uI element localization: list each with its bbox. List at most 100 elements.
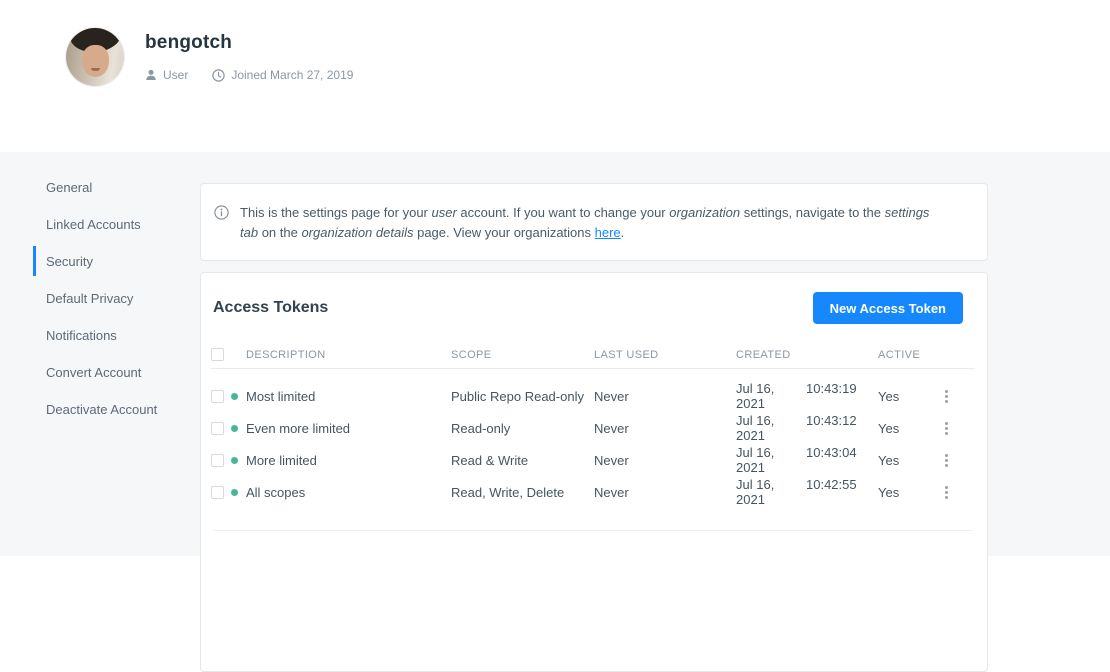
column-header-created: CREATED <box>736 349 878 361</box>
row-menu-cell <box>942 387 975 406</box>
banner-emphasis: organization <box>669 205 740 220</box>
profile-header: bengotch User Joined March 27, 2019 <box>0 0 1110 152</box>
table-body: Most limitedPublic Repo Read-onlyNeverJu… <box>211 369 975 508</box>
banner-text-segment: settings, navigate to the <box>740 205 885 220</box>
joined-date: Joined March 27, 2019 <box>212 68 353 82</box>
token-created-date: Jul 16, 2021 <box>736 413 806 443</box>
clock-icon <box>212 69 225 82</box>
token-last-used: Never <box>594 485 736 500</box>
sidebar-item-security[interactable]: Security <box>0 243 200 280</box>
select-all-checkbox[interactable] <box>211 348 224 361</box>
token-description-cell: Even more limited <box>231 421 451 436</box>
token-last-used: Never <box>594 389 736 404</box>
active-status-dot <box>231 393 238 400</box>
banner-text-segment: page. View your organizations <box>413 225 594 240</box>
kebab-menu-icon[interactable] <box>942 483 951 502</box>
token-created-cell: Jul 16, 202110:42:55 <box>736 477 878 507</box>
active-status-dot <box>231 425 238 432</box>
token-scope: Public Repo Read-only <box>451 389 594 404</box>
column-header-active: ACTIVE <box>878 349 942 361</box>
sidebar-item-notifications[interactable]: Notifications <box>0 317 200 354</box>
access-tokens-panel: Access Tokens New Access Token DESCRIPTI… <box>200 272 988 672</box>
sidebar-item-convert-account[interactable]: Convert Account <box>0 354 200 391</box>
banner-emphasis: organization details <box>301 225 413 240</box>
banner-text-segment: on the <box>258 225 301 240</box>
token-description: More limited <box>246 453 317 468</box>
token-created-date: Jul 16, 2021 <box>736 477 806 507</box>
token-description-cell: Most limited <box>231 389 451 404</box>
row-menu-cell <box>942 483 975 502</box>
joined-date-label: Joined March 27, 2019 <box>231 68 353 82</box>
token-created-date: Jul 16, 2021 <box>736 381 806 411</box>
active-status-dot <box>231 457 238 464</box>
user-icon <box>145 69 157 81</box>
row-checkbox-cell <box>211 390 231 403</box>
access-tokens-table: DESCRIPTIONSCOPELAST USEDCREATEDACTIVE M… <box>211 341 975 531</box>
token-created-time: 10:43:12 <box>806 413 857 443</box>
avatar <box>66 28 124 86</box>
column-header-description: DESCRIPTION <box>231 349 451 361</box>
row-checkbox[interactable] <box>211 422 224 435</box>
row-menu-cell <box>942 451 975 470</box>
token-scope: Read & Write <box>451 453 594 468</box>
table-header-row: DESCRIPTIONSCOPELAST USEDCREATEDACTIVE <box>211 341 975 369</box>
new-access-token-button[interactable]: New Access Token <box>813 292 963 324</box>
token-created-cell: Jul 16, 202110:43:04 <box>736 445 878 475</box>
row-checkbox-cell <box>211 454 231 467</box>
settings-content: GeneralLinked AccountsSecurityDefault Pr… <box>0 152 1110 556</box>
table-header-checkbox-cell <box>211 348 231 361</box>
token-active: Yes <box>878 389 942 404</box>
row-checkbox[interactable] <box>211 390 224 403</box>
row-menu-cell <box>942 419 975 438</box>
avatar-face <box>82 45 109 77</box>
token-active: Yes <box>878 453 942 468</box>
table-row: All scopes Read, Write, DeleteNeverJul 16… <box>211 476 975 508</box>
active-status-dot <box>231 489 238 496</box>
token-description-cell: More limited <box>231 453 451 468</box>
column-header-last-used: LAST USED <box>594 349 736 361</box>
token-description: Even more limited <box>246 421 350 436</box>
profile-username: bengotch <box>145 32 353 54</box>
sidebar-item-general[interactable]: General <box>0 169 200 206</box>
token-active: Yes <box>878 485 942 500</box>
token-scope: Read, Write, Delete <box>451 485 594 500</box>
token-description-cell: All scopes <box>231 485 451 500</box>
sidebar-item-linked-accounts[interactable]: Linked Accounts <box>0 206 200 243</box>
kebab-menu-icon[interactable] <box>942 387 951 406</box>
table-row: More limited Read & WriteNeverJul 16, 202… <box>211 444 975 476</box>
banner-emphasis: user <box>431 205 456 220</box>
info-icon <box>214 205 229 220</box>
token-description: All scopes <box>246 485 305 500</box>
column-header-scope: SCOPE <box>451 349 594 361</box>
row-checkbox-cell <box>211 486 231 499</box>
token-created-date: Jul 16, 2021 <box>736 445 806 475</box>
sidebar-item-default-privacy[interactable]: Default Privacy <box>0 280 200 317</box>
row-checkbox[interactable] <box>211 486 224 499</box>
token-last-used: Never <box>594 421 736 436</box>
banner-text-segment: . <box>621 225 625 240</box>
table-row: Even more limited Read-onlyNeverJul 16, 2… <box>211 412 975 444</box>
token-created-cell: Jul 16, 202110:43:19 <box>736 381 878 411</box>
table-row: Most limitedPublic Repo Read-onlyNeverJu… <box>211 380 975 412</box>
token-created-time: 10:42:55 <box>806 477 857 507</box>
account-type: User <box>145 68 188 82</box>
access-tokens-header: Access Tokens New Access Token <box>201 273 987 324</box>
token-last-used: Never <box>594 453 736 468</box>
profile-info: bengotch User Joined March 27, 2019 <box>145 32 353 82</box>
row-checkbox[interactable] <box>211 454 224 467</box>
info-banner: This is the settings page for your user … <box>200 183 988 261</box>
sidebar-item-deactivate-account[interactable]: Deactivate Account <box>0 391 200 428</box>
account-type-label: User <box>163 68 188 82</box>
banner-text-segment: This is the settings page for your <box>240 205 431 220</box>
banner-text-segment: account. If you want to change your <box>457 205 669 220</box>
token-active: Yes <box>878 421 942 436</box>
token-created-cell: Jul 16, 202110:43:12 <box>736 413 878 443</box>
settings-sidebar: GeneralLinked AccountsSecurityDefault Pr… <box>0 169 200 428</box>
token-created-time: 10:43:19 <box>806 381 857 411</box>
banner-text: This is the settings page for your user … <box>240 203 947 243</box>
settings-main: This is the settings page for your user … <box>200 183 988 672</box>
token-scope: Read-only <box>451 421 594 436</box>
kebab-menu-icon[interactable] <box>942 419 951 438</box>
organizations-link[interactable]: here <box>595 225 621 240</box>
kebab-menu-icon[interactable] <box>942 451 951 470</box>
